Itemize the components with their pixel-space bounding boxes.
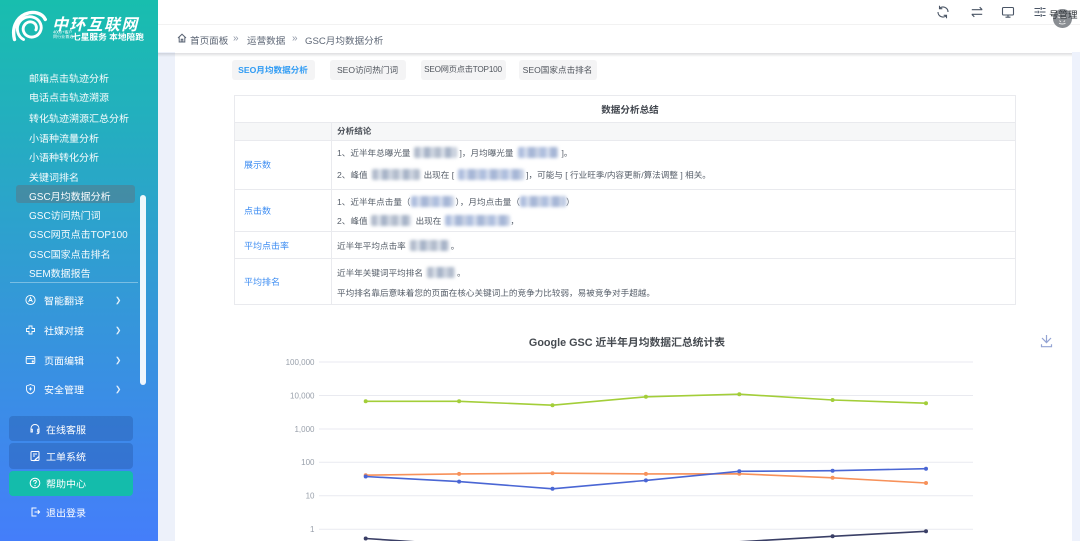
svg-text:1: 1 xyxy=(310,525,315,534)
svg-text:10,000: 10,000 xyxy=(290,391,315,400)
svg-text:100: 100 xyxy=(301,458,315,467)
svg-text:1,000: 1,000 xyxy=(294,425,315,434)
svg-text:10: 10 xyxy=(306,492,315,501)
svg-text:100,000: 100,000 xyxy=(286,358,315,367)
svg-text:Google GSC 近半年月均数据汇总统计表: Google GSC 近半年月均数据汇总统计表 xyxy=(529,336,725,349)
